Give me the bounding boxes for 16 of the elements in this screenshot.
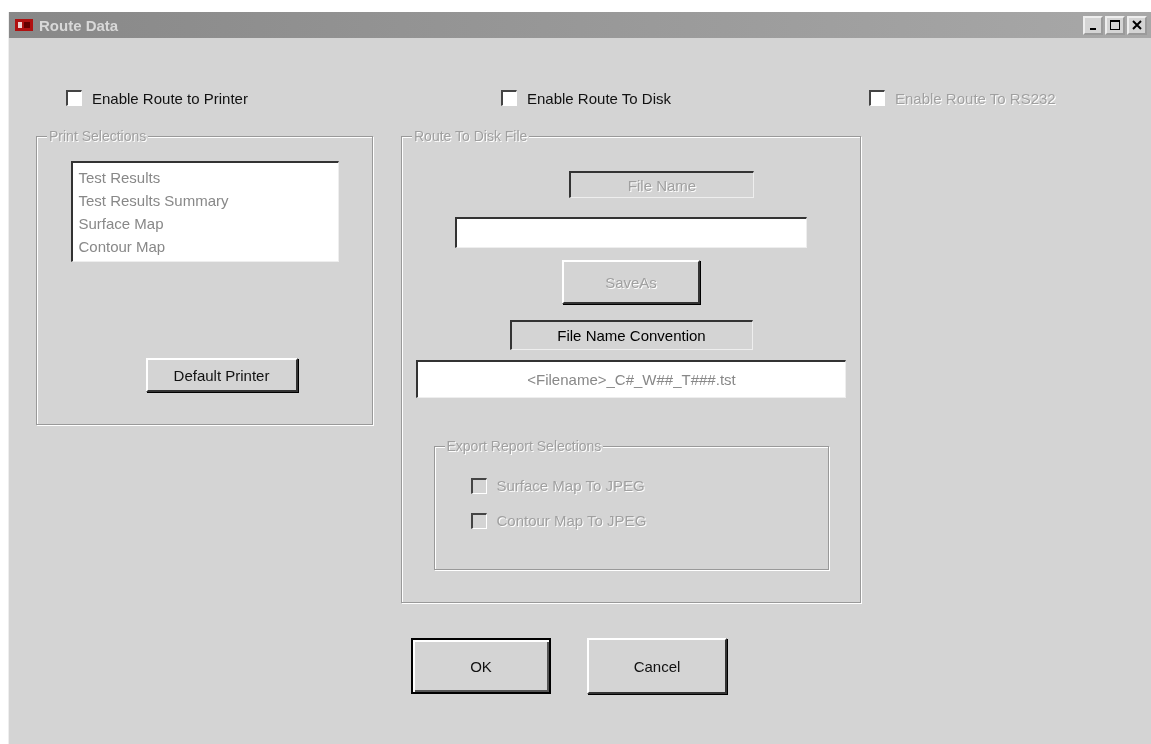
minimize-button[interactable] xyxy=(1083,15,1103,35)
window-title: Route Data xyxy=(39,16,120,34)
checkbox-label: Enable Route to Printer xyxy=(92,89,248,107)
file-name-field[interactable] xyxy=(455,217,807,248)
convention-label: File Name Convention xyxy=(509,320,753,350)
checkbox[interactable] xyxy=(501,90,517,106)
maximize-button[interactable] xyxy=(1105,15,1125,35)
close-button[interactable] xyxy=(1127,15,1147,35)
maximize-icon xyxy=(1110,20,1120,30)
checkbox-label: Enable Route To Disk xyxy=(527,89,671,107)
cancel-button[interactable]: Cancel xyxy=(587,638,727,694)
checkbox[interactable] xyxy=(66,90,82,106)
minimize-icon xyxy=(1090,27,1096,30)
app-icon xyxy=(15,18,33,32)
close-icon xyxy=(1132,20,1142,30)
ok-button[interactable]: OK xyxy=(411,638,551,694)
